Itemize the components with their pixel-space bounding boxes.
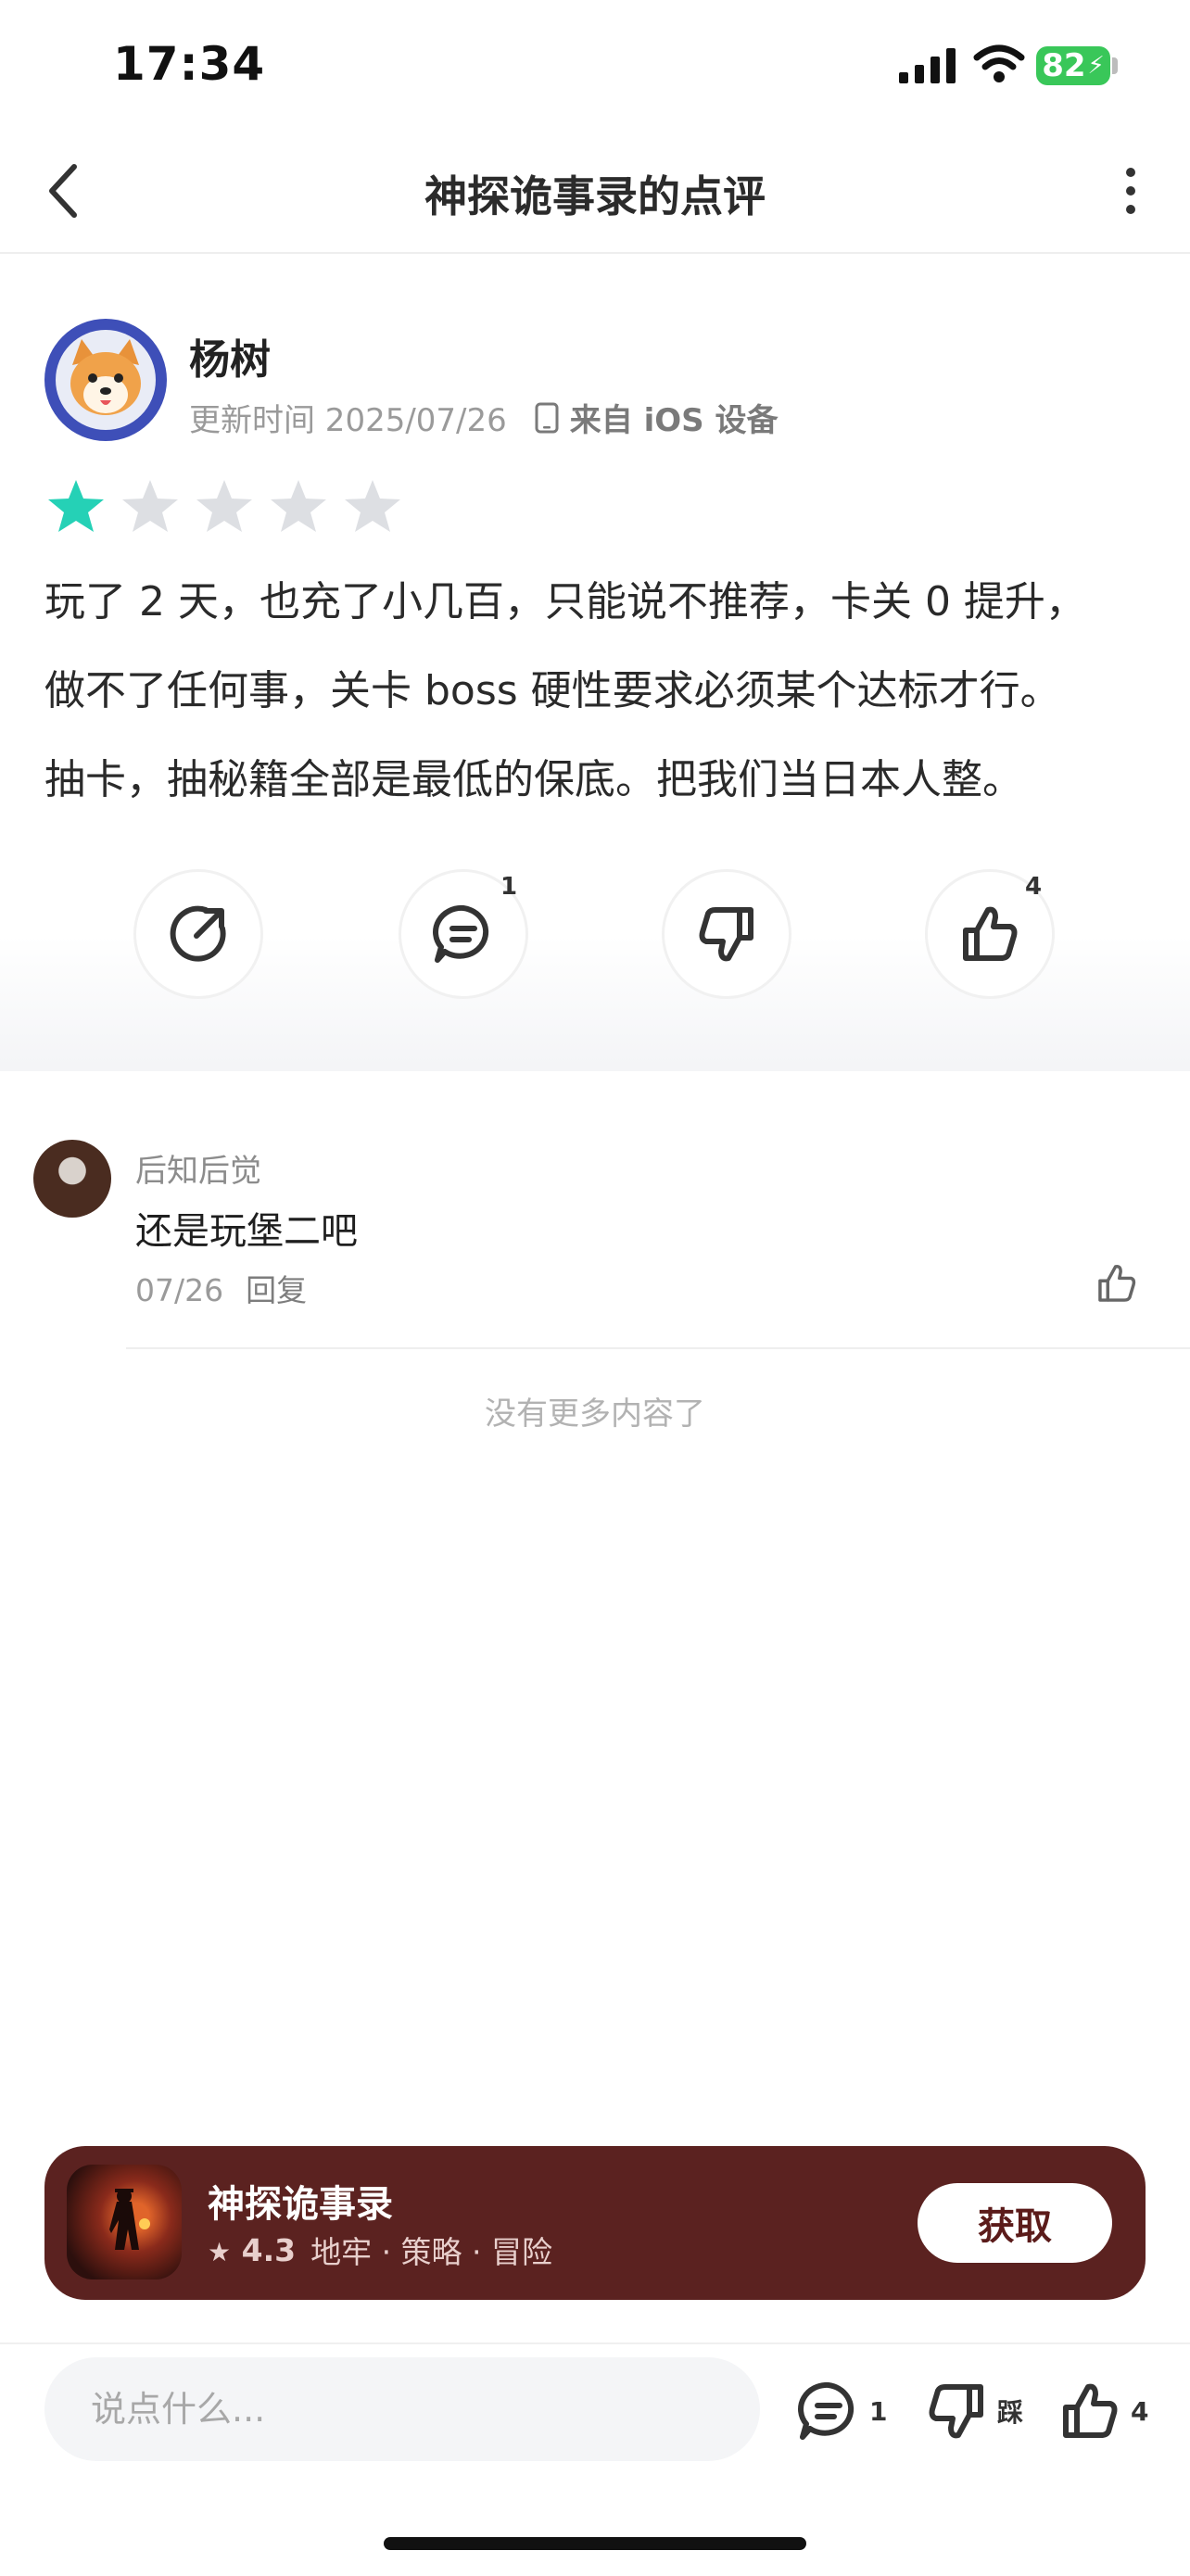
bottom-comment-button[interactable]: 1 [795, 2378, 887, 2444]
thumbs-up-icon [1063, 2383, 1118, 2438]
review-text-line: 抽卡，抽秘籍全部是最低的保底。把我们当日本人整。 [44, 756, 1023, 803]
share-button[interactable] [133, 869, 263, 999]
status-time: 17:34 [113, 37, 266, 91]
phone-icon [535, 402, 559, 433]
rating-stars [46, 476, 402, 536]
comment-reply-link[interactable]: 回复 [246, 1272, 307, 1308]
comment-date: 07/26 [135, 1272, 224, 1308]
review-device: 来自 iOS 设备 [535, 395, 779, 440]
reviewer-name[interactable]: 杨树 [189, 326, 271, 385]
commenter-name[interactable]: 后知后觉 [135, 1145, 261, 1191]
game-app-icon[interactable] [67, 2165, 182, 2279]
comment-input[interactable] [44, 2357, 760, 2461]
thumbs-up-icon [963, 906, 1018, 961]
bottom-dislike-label: 踩 [997, 2397, 1024, 2428]
section-divider [0, 1066, 1190, 1071]
nav-divider [0, 252, 1190, 254]
star-empty-icon [345, 480, 400, 532]
review-updated-time: 更新时间 2025/07/26 [189, 402, 507, 439]
thumbs-down-icon [699, 907, 753, 962]
detective-figure-icon [109, 2189, 150, 2250]
get-button[interactable]: 获取 [918, 2183, 1112, 2263]
comment-icon [433, 904, 489, 963]
no-more-content: 没有更多内容了 [485, 1395, 705, 1433]
star-empty-icon [271, 480, 326, 532]
battery-indicator: 82 ⚡ [1036, 46, 1110, 85]
rating-star-icon: ★ [208, 2236, 232, 2267]
game-rating: ★ 4.3 [208, 2231, 297, 2268]
like-count-badge: 4 [1025, 873, 1043, 901]
battery-tip [1112, 57, 1118, 74]
review-text-line: 玩了 2 天，也充了小几百，只能说不推荐，卡关 0 提升， [44, 578, 1086, 625]
comment-count-badge: 1 [500, 873, 518, 901]
more-options-icon[interactable] [1116, 163, 1146, 219]
comment-divider [126, 1347, 1190, 1349]
star-empty-icon [196, 480, 252, 532]
bottom-dislike-button[interactable]: 踩 [923, 2378, 1023, 2444]
comment-text: 还是玩堡二吧 [135, 1210, 358, 1253]
review-text: 玩了 2 天，也充了小几百，只能说不推荐，卡关 0 提升， 做不了任何事，关卡 … [44, 558, 1157, 825]
comment-icon [798, 2381, 855, 2440]
review-text-line: 做不了任何事，关卡 boss 硬性要求必须某个达标才行。 [44, 667, 1061, 714]
bottom-comment-count: 1 [869, 2395, 888, 2427]
bottom-like-button[interactable]: 4 [1057, 2378, 1148, 2444]
star-empty-icon [122, 480, 178, 532]
game-tags: 地牢 · 策略 · 冒险 [310, 2234, 553, 2270]
wifi-icon [973, 44, 1025, 82]
bottom-like-count: 4 [1131, 2395, 1149, 2427]
comment-like-icon[interactable] [1094, 1260, 1140, 1307]
reviewer-avatar[interactable] [44, 319, 167, 441]
thumbs-down-icon [929, 2384, 983, 2439]
game-name[interactable]: 神探诡事录 [208, 2174, 393, 2228]
commenter-avatar[interactable] [33, 1140, 111, 1218]
share-icon [170, 905, 226, 962]
home-indicator [384, 2537, 806, 2550]
comment-meta: 07/26 回复 [135, 1266, 307, 1310]
page-title: 神探诡事录的点评 [424, 171, 766, 221]
cellular-signal-icon [899, 48, 956, 83]
star-filled-icon [48, 480, 104, 532]
shiba-avatar-icon [48, 322, 163, 437]
dislike-button[interactable] [662, 869, 791, 999]
review-meta: 更新时间 2025/07/26 来自 iOS 设备 [189, 395, 779, 440]
game-info: ★ 4.3 地牢 · 策略 · 冒险 [208, 2228, 552, 2272]
